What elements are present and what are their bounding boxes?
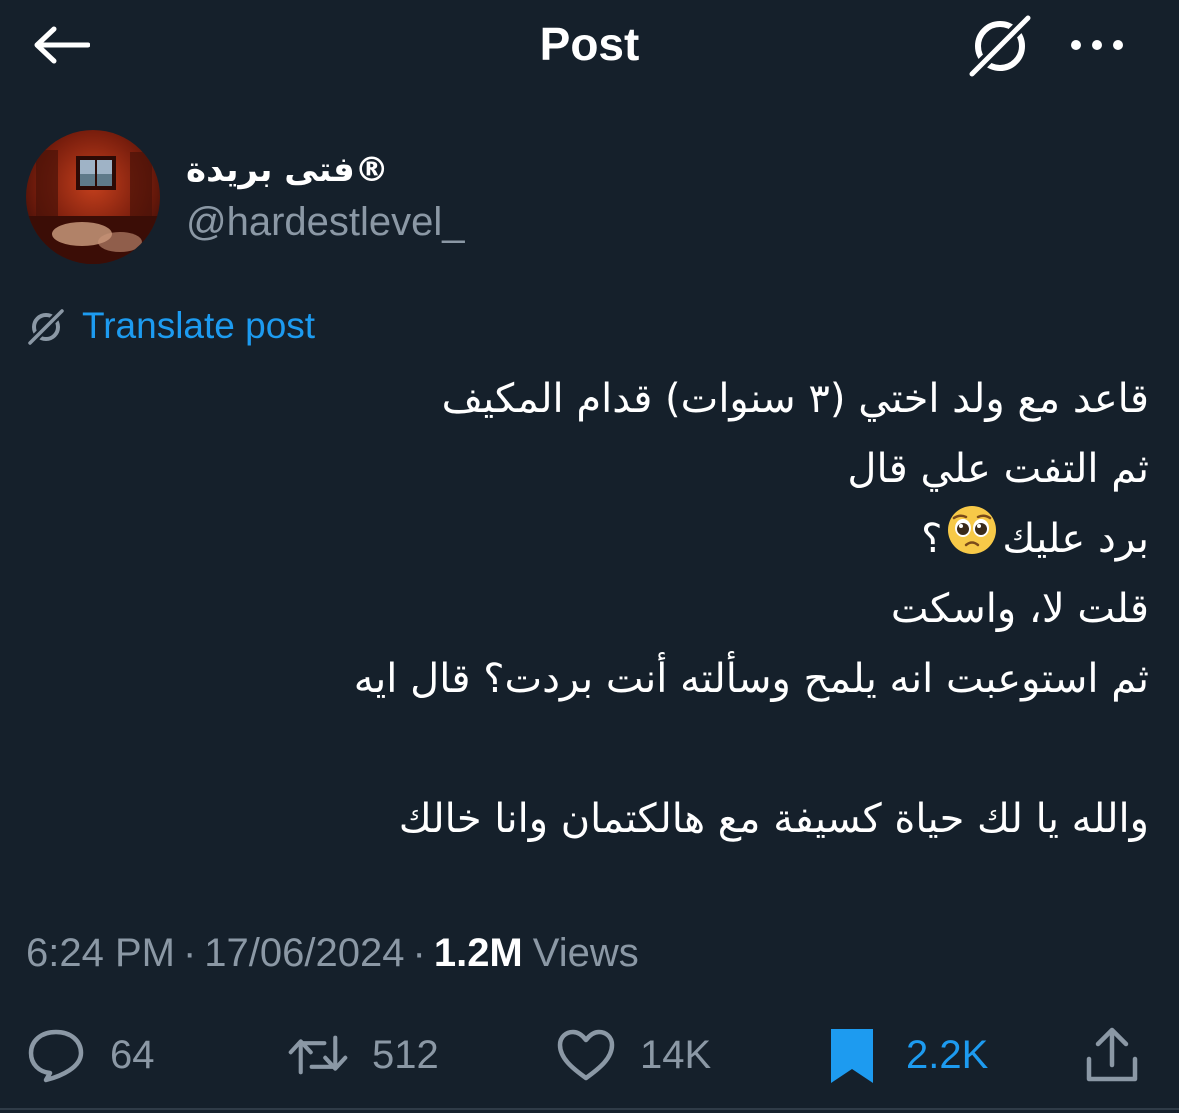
post-line: ثم التفت علي قال <box>847 446 1149 492</box>
reply-icon <box>26 1025 86 1085</box>
translate-post-label: Translate post <box>82 305 316 346</box>
meta-separator: · <box>412 930 426 975</box>
grok-translate-icon <box>26 306 66 346</box>
post-line: قاعد مع ولد اختي (٣ سنوات) قدام المكيف <box>441 376 1149 422</box>
repost-icon <box>288 1025 348 1085</box>
reply-count: 64 <box>110 1032 155 1077</box>
meta-separator: · <box>182 930 197 975</box>
top-app-bar: Post <box>0 0 1179 90</box>
share-button[interactable] <box>1082 1022 1142 1088</box>
post-line-text: برد عليك <box>1002 516 1149 562</box>
question-mark: ؟ <box>921 516 943 562</box>
post-metadata: 6:24 PM · 17/06/2024 · 1.2M Views <box>26 926 639 980</box>
grok-button[interactable] <box>962 10 1038 80</box>
repost-count: 512 <box>372 1032 439 1077</box>
post-time[interactable]: 6:24 PM <box>26 931 175 976</box>
grok-icon <box>967 13 1033 78</box>
avatar[interactable] <box>26 130 160 264</box>
post-text: قاعد مع ولد اختي (٣ سنوات) قدام المكيف ث… <box>49 364 1149 854</box>
bookmark-count: 2.2K <box>906 1032 989 1077</box>
post-line: ثم استوعبت انه يلمح وسألته أنت بردت؟ قال… <box>353 656 1149 702</box>
like-button[interactable]: 14K <box>556 1022 711 1088</box>
post-line: قلت لا، واسكت <box>890 586 1149 632</box>
post-line: برد عليك ؟ <box>49 504 1149 574</box>
reply-button[interactable]: 64 <box>26 1022 155 1088</box>
author-handle[interactable]: @hardestlevel_ <box>186 198 465 246</box>
post-line: والله يا لك حياة كسيفة مع هالكتمان وانا … <box>398 796 1149 842</box>
more-options-button[interactable] <box>1064 22 1130 68</box>
avatar-image <box>26 130 160 264</box>
post-line-blank <box>49 714 1149 784</box>
more-dots-icon <box>1071 40 1123 50</box>
translate-post-button[interactable]: Translate post <box>26 302 315 350</box>
action-bar: 64 512 14K 2.2K <box>0 1022 1179 1088</box>
heart-icon <box>556 1025 616 1085</box>
like-count: 14K <box>640 1032 712 1077</box>
views-label: Views <box>532 930 639 975</box>
repost-button[interactable]: 512 <box>288 1022 439 1088</box>
share-icon <box>1082 1025 1142 1085</box>
bookmark-filled-icon <box>822 1025 882 1085</box>
bookmark-button[interactable]: 2.2K <box>822 1022 988 1088</box>
views-count[interactable]: 1.2M <box>434 931 523 976</box>
author-display-name[interactable]: فتى بريدة® <box>186 146 389 194</box>
post-date[interactable]: 17/06/2024 <box>204 931 404 976</box>
divider <box>0 1108 1179 1110</box>
pleading-face-emoji <box>946 504 998 578</box>
